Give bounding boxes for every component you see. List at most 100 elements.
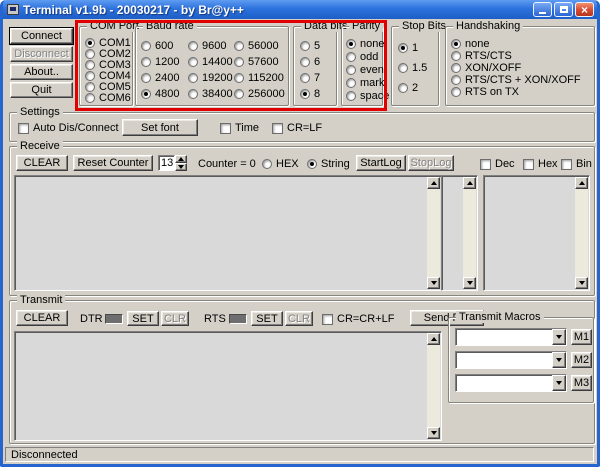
close-button[interactable]: × (575, 2, 594, 17)
rx-dec-panel[interactable] (441, 175, 478, 291)
baud-1200-radio[interactable]: 1200 (141, 56, 179, 68)
rx-count-spinner[interactable]: 13 (158, 155, 187, 171)
baud-38400-radio[interactable]: 38400 (188, 88, 233, 100)
handshake-none-radio[interactable]: none (451, 38, 489, 50)
baud-9600-radio[interactable]: 9600 (188, 40, 226, 52)
transmit-text-area[interactable] (14, 331, 442, 441)
connect-button[interactable]: Connect (9, 27, 74, 45)
handshake-both-radio[interactable]: RTS/CTS + XON/XOFF (451, 74, 581, 86)
spinner-down-button[interactable] (175, 163, 187, 171)
scrollbar-track[interactable] (427, 345, 440, 427)
scroll-up-button[interactable] (427, 333, 440, 345)
receive-text-area[interactable] (14, 175, 442, 291)
macro2-value[interactable] (456, 352, 552, 368)
parity-even-radio[interactable]: even (346, 64, 384, 76)
baud-600-radio[interactable]: 600 (141, 40, 173, 52)
hex-mode-radio[interactable]: HEX (262, 158, 299, 170)
tx-scrollbar[interactable] (427, 333, 440, 439)
baud-256000-radio[interactable]: 256000 (234, 88, 285, 100)
maximize-button[interactable] (554, 2, 573, 17)
baud-115200-radio[interactable]: 115200 (234, 72, 284, 84)
spinner-value[interactable]: 13 (158, 155, 175, 171)
scroll-down-button[interactable] (427, 427, 440, 439)
com6-radio[interactable]: COM6 (85, 92, 131, 104)
auto-disconnect-checkbox[interactable]: Auto Dis/Connect (18, 122, 119, 134)
string-mode-radio[interactable]: String (307, 158, 350, 170)
cr-crlf-checkbox[interactable]: CR=CR+LF (322, 313, 394, 325)
databits-7-radio[interactable]: 7 (300, 72, 320, 84)
stopbits-2-radio[interactable]: 2 (398, 82, 418, 94)
parity-mark-radio[interactable]: mark (346, 77, 384, 89)
baud-57600-radio[interactable]: 57600 (234, 56, 279, 68)
macro2-combobox[interactable] (455, 351, 567, 369)
baud-56000-radio[interactable]: 56000 (234, 40, 279, 52)
baud-4800-radio[interactable]: 4800 (141, 88, 179, 100)
stopbits-1-radio[interactable]: 1 (398, 42, 418, 54)
rx-hex-panel[interactable] (483, 175, 590, 291)
parity-odd-radio[interactable]: odd (346, 51, 378, 63)
dtr-clr-button[interactable]: CLR (161, 311, 189, 326)
option-label: 4800 (155, 88, 180, 100)
macro1-dropdown-button[interactable] (552, 329, 566, 345)
scrollbar-track[interactable] (427, 189, 440, 277)
bin-view-checkbox[interactable]: Bin (561, 158, 592, 170)
scroll-up-button[interactable] (427, 177, 440, 189)
macro1-button[interactable]: M1 (571, 329, 592, 345)
radio-icon (234, 73, 244, 83)
handshake-rtsontx-radio[interactable]: RTS on TX (451, 86, 519, 98)
set-font-button[interactable]: Set font (122, 119, 198, 136)
macro3-dropdown-button[interactable] (552, 375, 566, 391)
macro3-combobox[interactable] (455, 374, 567, 392)
receive-group-label: Receive (17, 140, 63, 152)
spinner-up-button[interactable] (175, 155, 187, 163)
databits-6-radio[interactable]: 6 (300, 56, 320, 68)
rx-scrollbar[interactable] (427, 177, 440, 289)
baud-19200-radio[interactable]: 19200 (188, 72, 233, 84)
rx-clear-button[interactable]: CLEAR (16, 155, 68, 171)
baud-14400-radio[interactable]: 14400 (188, 56, 233, 68)
time-checkbox[interactable]: Time (220, 122, 259, 134)
hex-view-checkbox[interactable]: Hex (523, 158, 558, 170)
rts-clr-button[interactable]: CLR (285, 311, 313, 326)
macro3-button[interactable]: M3 (571, 375, 592, 391)
handshake-rtscts-radio[interactable]: RTS/CTS (451, 50, 512, 62)
parity-space-radio[interactable]: space (346, 90, 389, 102)
dec-view-checkbox[interactable]: Dec (480, 158, 515, 170)
reset-counter-button[interactable]: Reset Counter (73, 155, 153, 171)
tx-clear-button[interactable]: CLEAR (16, 310, 68, 326)
radio-icon (141, 57, 151, 67)
stopbits-1p5-radio[interactable]: 1.5 (398, 62, 427, 74)
databits-8-radio[interactable]: 8 (300, 88, 320, 100)
scroll-down-button[interactable] (463, 277, 476, 289)
scroll-down-button[interactable] (427, 277, 440, 289)
rx-dec-scrollbar[interactable] (463, 177, 476, 289)
handshake-xonxoff-radio[interactable]: XON/XOFF (451, 62, 521, 74)
macro1-value[interactable] (456, 329, 552, 345)
macro3-value[interactable] (456, 375, 552, 391)
macro2-button[interactable]: M2 (571, 352, 592, 368)
scroll-down-button[interactable] (575, 277, 588, 289)
start-log-button[interactable]: StartLog (356, 155, 406, 171)
scrollbar-track[interactable] (463, 189, 476, 277)
parity-none-radio[interactable]: none (346, 38, 384, 50)
rts-set-button[interactable]: SET (251, 311, 283, 326)
databits-5-radio[interactable]: 5 (300, 40, 320, 52)
disconnect-button[interactable]: Disconnect (10, 46, 73, 62)
scroll-up-button[interactable] (463, 177, 476, 189)
rx-hex-scrollbar[interactable] (575, 177, 588, 289)
minimize-button[interactable] (533, 2, 552, 17)
scroll-up-button[interactable] (575, 177, 588, 189)
title-bar[interactable]: Terminal v1.9b - 20030217 - by Br@y++ × (3, 0, 597, 19)
minimize-icon (539, 12, 546, 14)
stop-log-button[interactable]: StopLog (408, 155, 454, 171)
macro2-dropdown-button[interactable] (552, 352, 566, 368)
dtr-set-button[interactable]: SET (127, 311, 159, 326)
baud-2400-radio[interactable]: 2400 (141, 72, 179, 84)
cr-lf-checkbox[interactable]: CR=LF (272, 122, 322, 134)
checkbox-label: Dec (495, 158, 515, 170)
scrollbar-track[interactable] (575, 189, 588, 277)
quit-button[interactable]: Quit (10, 82, 73, 98)
terminal-window: Terminal v1.9b - 20030217 - by Br@y++ × … (0, 0, 600, 467)
macro1-combobox[interactable] (455, 328, 567, 346)
about-button[interactable]: About.. (10, 64, 73, 80)
